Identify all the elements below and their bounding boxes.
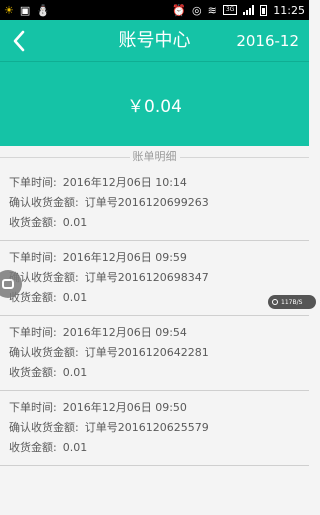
battery-icon bbox=[260, 4, 268, 16]
order-number: 订单号2016120625579 bbox=[84, 421, 209, 434]
app-header: 账号中心 2016-12 bbox=[0, 20, 309, 62]
list-item[interactable]: 下单时间: 2016年12月06日 09:50 确认收货金额: 订单号2016120… bbox=[0, 391, 309, 466]
assistant-icon bbox=[2, 279, 14, 289]
speed-icon bbox=[272, 299, 278, 305]
signal-icon bbox=[243, 5, 255, 15]
sun-icon: ☀ bbox=[4, 3, 14, 17]
list-item[interactable]: 下单时间: 2016年12月06日 09:59 确认收货金额: 订单号2016120… bbox=[0, 241, 309, 316]
order-time-value: 2016年12月06日 09:59 bbox=[62, 251, 187, 264]
alarm-icon: ⏰ bbox=[172, 3, 186, 17]
status-bar: ☀ ▣ ⛄ ⏰ ◎ ≋ 3G 11:25 bbox=[0, 0, 309, 20]
amount-label: 收货金额: bbox=[9, 366, 57, 379]
order-time-label: 下单时间: bbox=[9, 251, 57, 264]
amount-label: 收货金额: bbox=[9, 216, 57, 229]
month-selector[interactable]: 2016-12 bbox=[236, 20, 299, 62]
amount-value: 0.01 bbox=[62, 441, 88, 454]
status-bar-left: ☀ ▣ ⛄ bbox=[4, 5, 50, 16]
confirm-amount-label: 确认收货金额: bbox=[9, 346, 79, 359]
amount-value: 0.01 bbox=[62, 291, 88, 304]
order-time-label: 下单时间: bbox=[9, 326, 57, 339]
network-speed-badge[interactable]: 117B/S bbox=[268, 295, 316, 309]
order-number: 订单号2016120698347 bbox=[84, 271, 209, 284]
bill-list: 下单时间: 2016年12月06日 10:14 确认收货金额: 订单号2016120… bbox=[0, 166, 309, 466]
order-number: 订单号2016120642281 bbox=[84, 346, 209, 359]
amount-label: 收货金额: bbox=[9, 441, 57, 454]
photo-icon: ▣ bbox=[19, 3, 31, 17]
order-time-value: 2016年12月06日 09:54 bbox=[62, 326, 187, 339]
sound-icon: ◎ bbox=[192, 3, 202, 17]
network-type: 3G bbox=[222, 5, 238, 15]
network-speed: 117B/S bbox=[281, 298, 303, 306]
confirm-amount-label: 确认收货金额: bbox=[9, 196, 79, 209]
status-bar-right: ⏰ ◎ ≋ 3G 11:25 bbox=[172, 4, 305, 17]
list-item[interactable]: 下单时间: 2016年12月06日 09:54 确认收货金额: 订单号2016120… bbox=[0, 316, 309, 391]
list-item[interactable]: 下单时间: 2016年12月06日 10:14 确认收货金额: 订单号2016120… bbox=[0, 166, 309, 241]
android-icon: ⛄ bbox=[36, 3, 50, 17]
bill-section-title: 账单明细 bbox=[129, 150, 180, 163]
chevron-left-icon bbox=[13, 30, 25, 52]
back-button[interactable] bbox=[8, 28, 30, 54]
order-time-label: 下单时间: bbox=[9, 176, 57, 189]
confirm-amount-label: 确认收货金额: bbox=[9, 421, 79, 434]
order-number: 订单号2016120699263 bbox=[84, 196, 209, 209]
order-time-value: 2016年12月06日 09:50 bbox=[62, 401, 187, 414]
amount-value: 0.01 bbox=[62, 216, 88, 229]
status-time: 11:25 bbox=[273, 3, 305, 17]
order-time-value: 2016年12月06日 10:14 bbox=[62, 176, 187, 189]
order-time-label: 下单时间: bbox=[9, 401, 57, 414]
balance-amount: ￥0.04 bbox=[127, 96, 182, 117]
bill-section-header: 账单明细 bbox=[0, 148, 309, 166]
balance-panel: ￥0.04 bbox=[0, 62, 309, 146]
wifi-icon: ≋ bbox=[207, 3, 217, 17]
amount-value: 0.01 bbox=[62, 366, 88, 379]
